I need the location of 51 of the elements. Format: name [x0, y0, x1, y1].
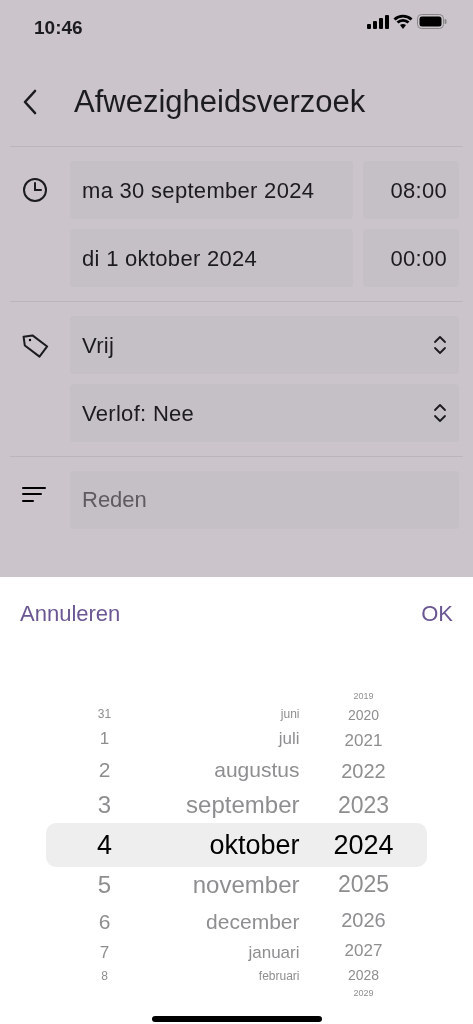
ok-button[interactable]: OK [421, 597, 453, 630]
cancel-button[interactable]: Annuleren [20, 597, 121, 630]
year-option[interactable]: 2026 [341, 909, 386, 930]
month-option[interactable]: oktober [209, 831, 300, 859]
month-option[interactable]: juli [278, 729, 300, 747]
year-option[interactable]: 2019 [353, 692, 374, 701]
year-option[interactable]: 2023 [337, 794, 390, 817]
updown-icon [433, 335, 447, 355]
month-option[interactable]: september [186, 793, 300, 817]
month-option[interactable]: december [206, 910, 300, 932]
tag-icon [22, 332, 50, 358]
select-value: Vrij [82, 331, 115, 360]
date-field[interactable]: di 1 oktober 2024 [70, 229, 353, 287]
time-field[interactable]: 08:00 [363, 161, 459, 219]
clock-icon [22, 177, 48, 203]
reason-field[interactable]: Reden [70, 471, 459, 529]
year-option[interactable]: 2025 [337, 873, 390, 896]
select-field[interactable]: Vrij [70, 316, 459, 374]
day-option[interactable]: 31 [97, 708, 112, 720]
time-field[interactable]: 00:00 [363, 229, 459, 287]
day-option[interactable]: 4 [97, 831, 112, 859]
wifi-icon [393, 14, 413, 29]
day-option[interactable]: 1 [99, 729, 110, 747]
signal-icon [367, 14, 389, 29]
day-option[interactable]: 3 [97, 793, 112, 817]
year-option[interactable]: 2028 [347, 968, 380, 982]
day-option[interactable]: 2 [98, 758, 111, 780]
status-time: 10:46 [34, 16, 83, 40]
day-option[interactable]: 8 [101, 970, 108, 982]
day-option[interactable]: 6 [98, 910, 111, 932]
date-field[interactable]: ma 30 september 2024 [70, 161, 353, 219]
month-option[interactable]: november [192, 873, 300, 897]
select-value: Verlof: Nee [82, 399, 195, 428]
day-option[interactable]: 5 [97, 873, 112, 897]
year-option[interactable]: 2029 [353, 989, 374, 998]
month-option[interactable]: juni [280, 708, 300, 720]
day-option[interactable]: 7 [99, 943, 110, 961]
month-option[interactable]: februari [258, 970, 300, 982]
month-option[interactable]: januari [248, 943, 300, 961]
year-option[interactable]: 2024 [333, 831, 394, 859]
year-option[interactable]: 2027 [344, 941, 383, 959]
year-option[interactable]: 2022 [341, 760, 386, 781]
select-field[interactable]: Verlof: Nee [70, 384, 459, 442]
battery-icon [417, 14, 447, 29]
updown-icon [433, 403, 447, 423]
year-option[interactable]: 2021 [344, 731, 383, 749]
notes-icon [22, 487, 46, 503]
month-option[interactable]: augustus [214, 758, 300, 780]
back-icon[interactable] [22, 89, 38, 115]
page-title: Afwezigheidsverzoek [74, 83, 366, 121]
year-option[interactable]: 2020 [347, 708, 380, 722]
